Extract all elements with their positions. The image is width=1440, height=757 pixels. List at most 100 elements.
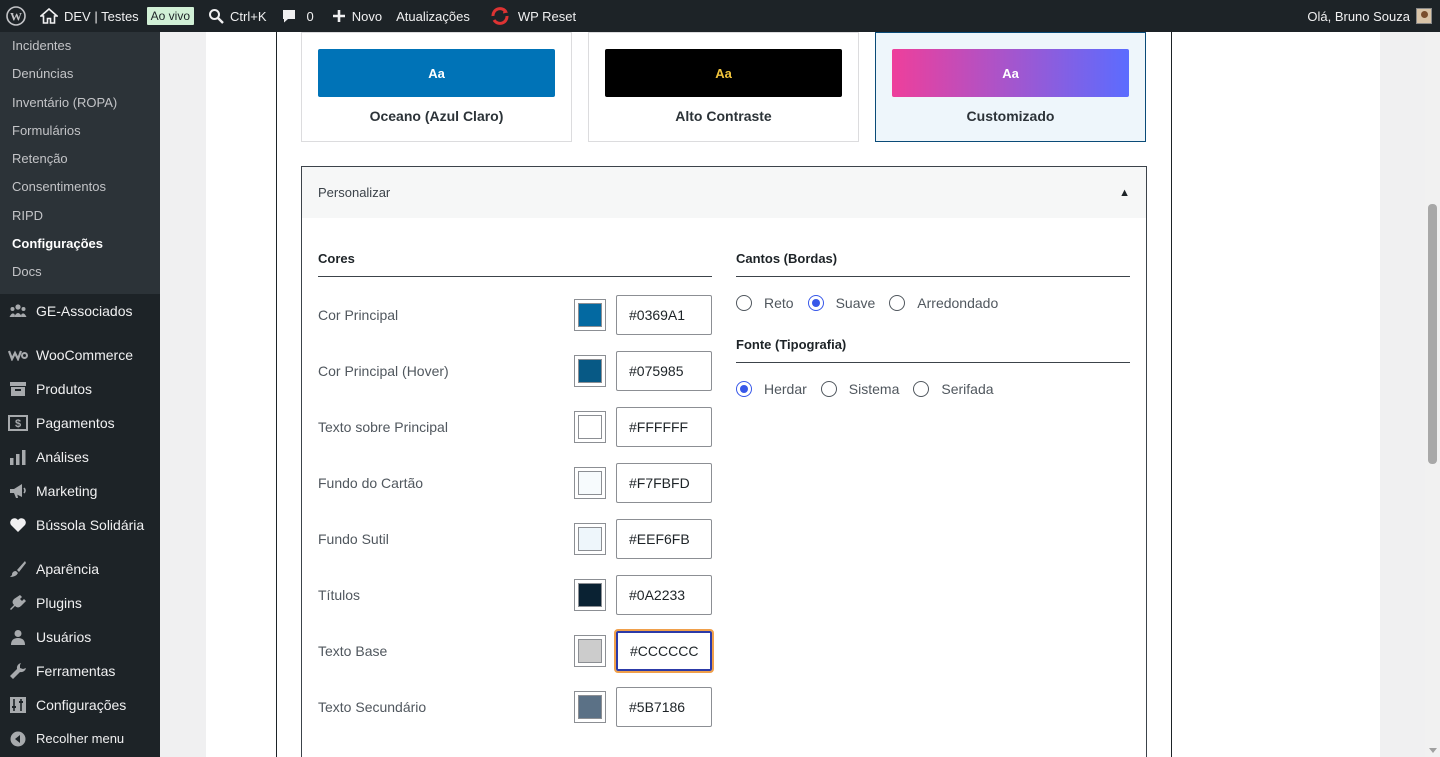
money-icon: $ [8, 413, 28, 433]
submenu-item-consentimentos[interactable]: Consentimentos [0, 173, 160, 201]
radio-corners-reto[interactable]: Reto [736, 295, 794, 311]
radio-button[interactable] [736, 295, 752, 311]
theme-card-alto-contraste[interactable]: Aa Alto Contraste [588, 32, 859, 142]
site-name-link[interactable]: DEV | Testes Ao vivo [33, 0, 201, 32]
menu-label: Usuários [36, 628, 92, 645]
wordpress-icon: W [6, 6, 26, 26]
chart-bar-icon [8, 447, 28, 467]
submenu-item-formularios[interactable]: Formulários [0, 117, 160, 145]
color-row: Texto sobre Principal [318, 407, 712, 447]
hex-color-input[interactable] [616, 463, 712, 503]
menu-label: Pagamentos [36, 414, 115, 431]
menu-item-produtos[interactable]: Produtos [0, 372, 160, 406]
menu-item-marketing[interactable]: Marketing [0, 474, 160, 508]
color-picker-button[interactable] [574, 635, 606, 667]
admin-bar: W DEV | Testes Ao vivo Ctrl+K 0 Novo Atu… [0, 0, 1440, 32]
wp-reset-icon [490, 7, 510, 25]
theme-name: Oceano (Azul Claro) [369, 108, 504, 124]
radio-button[interactable] [889, 295, 906, 311]
hex-color-input[interactable] [616, 687, 712, 727]
color-label: Títulos [318, 587, 361, 603]
comments-link[interactable]: 0 [274, 0, 321, 32]
command-palette-button[interactable]: Ctrl+K [201, 0, 273, 32]
color-picker-button[interactable] [574, 411, 606, 443]
theme-card-oceano[interactable]: Aa Oceano (Azul Claro) [301, 32, 572, 142]
font-radio-group: Herdar Sistema Serifada [736, 381, 1130, 397]
theme-name: Customizado [966, 108, 1055, 124]
hex-color-input[interactable] [616, 575, 712, 615]
radio-label: Sistema [848, 381, 900, 397]
live-status-badge: Ao vivo [146, 7, 195, 25]
radio-button[interactable] [807, 295, 824, 311]
submenu-item-ripd[interactable]: RIPD [0, 202, 160, 230]
hex-color-input[interactable] [616, 351, 712, 391]
color-row: Texto Secundário [318, 687, 712, 727]
wordpress-logo-button[interactable]: W [0, 0, 33, 32]
theme-card-customizado[interactable]: Aa Customizado [875, 32, 1146, 142]
submenu-item-docs[interactable]: Docs [0, 258, 160, 286]
menu-item-ge-associados[interactable]: GE-Associados [0, 294, 160, 328]
wp-reset-link[interactable]: WP Reset [483, 0, 583, 32]
color-picker-button[interactable] [574, 523, 606, 555]
color-swatch [578, 303, 602, 327]
menu-item-bussola-solidaria[interactable]: Bússola Solidária [0, 508, 160, 542]
menu-label: Plugins [36, 594, 82, 611]
accordion-header[interactable]: Personalizar ▲ [302, 167, 1146, 218]
menu-item-ferramentas[interactable]: Ferramentas [0, 654, 160, 688]
page-scrollbar[interactable] [1425, 32, 1440, 757]
hex-color-input[interactable] [614, 629, 714, 673]
radio-font-sistema[interactable]: Sistema [820, 381, 900, 397]
my-account-link[interactable]: Olá, Bruno Souza [1300, 0, 1440, 32]
plugin-icon [8, 593, 28, 613]
scrollbar-thumb[interactable] [1428, 204, 1437, 464]
home-icon [40, 8, 58, 24]
menu-item-woocommerce[interactable]: WooCommerce [0, 338, 160, 372]
colors-section: Cores Cor Principal Cor Principal (Hover)… [318, 251, 714, 727]
hex-color-input[interactable] [616, 519, 712, 559]
new-content-button[interactable]: Novo [325, 0, 389, 32]
wrench-icon [8, 661, 28, 681]
search-shortcut: Ctrl+K [230, 8, 267, 24]
menu-item-configuracoes[interactable]: Configurações [0, 688, 160, 722]
theme-preview-swatch: Aa [605, 49, 842, 97]
radio-font-herdar[interactable]: Herdar [736, 381, 807, 397]
color-swatch [578, 359, 602, 383]
radio-button[interactable] [736, 381, 752, 397]
submenu-item-denuncias[interactable]: Denúncias [0, 60, 160, 88]
menu-item-plugins[interactable]: Plugins [0, 586, 160, 620]
submenu-item-inventario[interactable]: Inventário (ROPA) [0, 89, 160, 117]
admin-sidebar: Incidentes Denúncias Inventário (ROPA) F… [0, 32, 160, 757]
corners-radio-group: Reto Suave Arredondado [736, 295, 1130, 311]
radio-button[interactable] [820, 381, 837, 397]
submenu-item-retencao[interactable]: Retenção [0, 145, 160, 173]
color-row: Fundo do Cartão [318, 463, 712, 503]
scroll-down-arrow-icon[interactable] [1429, 748, 1437, 753]
radio-label: Arredondado [917, 295, 999, 311]
menu-label: Produtos [36, 380, 93, 397]
radio-label: Serifada [941, 381, 994, 397]
color-swatch [578, 527, 602, 551]
radio-corners-suave[interactable]: Suave [807, 295, 875, 311]
radio-corners-arredondado[interactable]: Arredondado [889, 295, 998, 311]
menu-item-pagamentos[interactable]: $ Pagamentos [0, 406, 160, 440]
menu-item-usuarios[interactable]: Usuários [0, 620, 160, 654]
corners-title: Cantos (Bordas) [736, 251, 1130, 277]
menu-item-analises[interactable]: Análises [0, 440, 160, 474]
collapse-menu-button[interactable]: Recolher menu [0, 722, 160, 756]
color-picker-button[interactable] [574, 579, 606, 611]
radio-button[interactable] [913, 381, 930, 397]
submenu-item-configuracoes[interactable]: Configurações [0, 230, 160, 258]
hex-color-input[interactable] [616, 407, 712, 447]
submenu-item-incidentes[interactable]: Incidentes [0, 32, 160, 60]
color-picker-button[interactable] [574, 691, 606, 723]
groups-icon [8, 301, 28, 321]
comments-count: 0 [306, 8, 314, 24]
menu-item-aparencia[interactable]: Aparência [0, 552, 160, 586]
color-picker-button[interactable] [574, 299, 606, 331]
color-picker-button[interactable] [574, 355, 606, 387]
updates-link[interactable]: Atualizações [389, 0, 477, 32]
hex-color-input[interactable] [616, 295, 712, 335]
radio-font-serifada[interactable]: Serifada [913, 381, 994, 397]
theme-presets: Aa Oceano (Azul Claro) Aa Alto Contraste… [301, 32, 1146, 142]
color-picker-button[interactable] [574, 467, 606, 499]
